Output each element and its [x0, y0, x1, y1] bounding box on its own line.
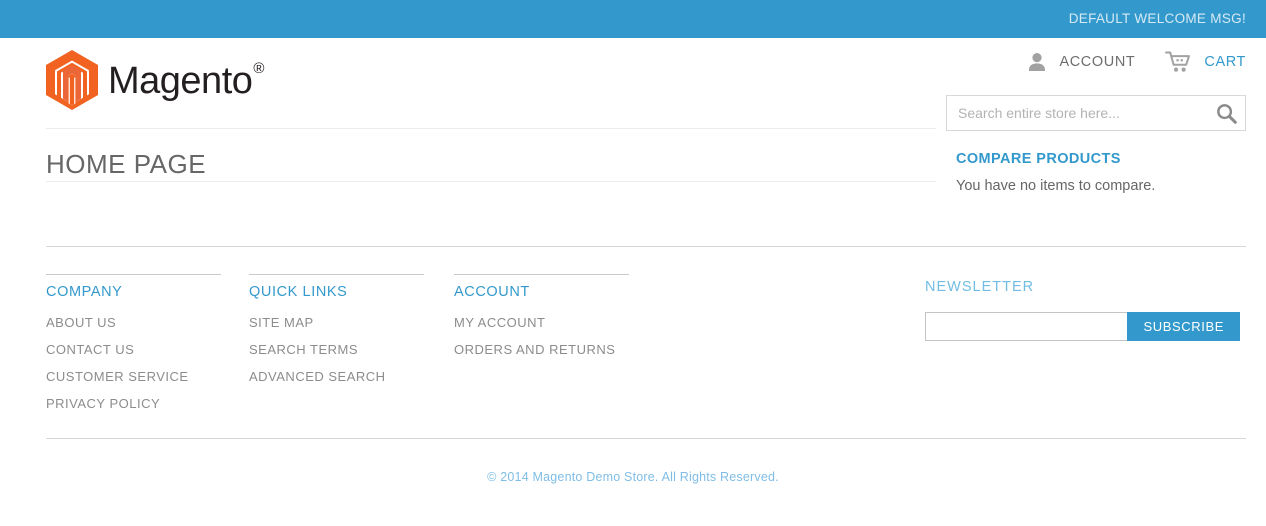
footer-heading-quick-links: QUICK LINKS: [249, 284, 348, 300]
welcome-bar: DEFAULT WELCOME MSG!: [0, 0, 1266, 38]
account-link[interactable]: ACCOUNT: [1026, 51, 1135, 73]
list-item: ADVANCED SEARCH: [249, 368, 424, 386]
footer-top-divider: [46, 246, 1246, 247]
site-logo[interactable]: Magento®: [46, 50, 264, 110]
subscribe-button[interactable]: SUBSCRIBE: [1127, 312, 1240, 341]
footer-links-account: MY ACCOUNT ORDERS AND RETURNS: [454, 300, 629, 359]
storefront-page: DEFAULT WELCOME MSG! Magento® ACCOUNT CA…: [0, 0, 1266, 526]
footer-column-company: COMPANY ABOUT US CONTACT US CUSTOMER SER…: [46, 274, 221, 422]
list-item: MY ACCOUNT: [454, 314, 629, 332]
logo-text: Magento: [108, 59, 253, 102]
footer-heading-account: ACCOUNT: [454, 284, 530, 300]
search-icon: [1216, 103, 1237, 124]
footer-link-about-us[interactable]: ABOUT US: [46, 315, 116, 330]
list-item: CONTACT US: [46, 341, 221, 359]
copyright-text: © 2014 Magento Demo Store. All Rights Re…: [487, 470, 779, 484]
footer-links-quick-links: SITE MAP SEARCH TERMS ADVANCED SEARCH: [249, 300, 424, 386]
shopping-cart-icon: [1165, 51, 1191, 72]
newsletter-email-input[interactable]: [925, 312, 1128, 341]
search-input[interactable]: [947, 96, 1207, 130]
logo-wordmark: Magento®: [108, 59, 264, 103]
footer-link-my-account[interactable]: MY ACCOUNT: [454, 315, 545, 330]
footer-heading-company: COMPANY: [46, 284, 123, 300]
list-item: SITE MAP: [249, 314, 424, 332]
search-button[interactable]: [1207, 96, 1245, 130]
footer-links-company: ABOUT US CONTACT US CUSTOMER SERVICE PRI…: [46, 300, 221, 413]
newsletter-signup: NEWSLETTER SUBSCRIBE: [925, 274, 1240, 341]
footer-link-contact-us[interactable]: CONTACT US: [46, 342, 134, 357]
list-item: ORDERS AND RETURNS: [454, 341, 629, 359]
user-icon: [1029, 53, 1046, 71]
compare-products-heading: COMPARE PRODUCTS: [956, 151, 1121, 167]
footer-column-account: ACCOUNT MY ACCOUNT ORDERS AND RETURNS: [454, 274, 629, 368]
page-title-divider: [46, 181, 936, 182]
list-item: ABOUT US: [46, 314, 221, 332]
account-link-label: ACCOUNT: [1059, 54, 1136, 70]
list-item: PRIVACY POLICY: [46, 395, 221, 413]
cart-link-label: CART: [1204, 54, 1246, 70]
cart-link[interactable]: CART: [1165, 50, 1246, 74]
welcome-message: DEFAULT WELCOME MSG!: [1068, 11, 1246, 26]
newsletter-heading: NEWSLETTER: [925, 279, 1035, 295]
compare-products-empty-message: You have no items to compare.: [956, 178, 1156, 194]
footer-link-customer-service[interactable]: CUSTOMER SERVICE: [46, 369, 189, 384]
footer-link-search-terms[interactable]: SEARCH TERMS: [249, 342, 358, 357]
footer-link-advanced-search[interactable]: ADVANCED SEARCH: [249, 369, 386, 384]
footer-link-site-map[interactable]: SITE MAP: [249, 315, 314, 330]
header-links: ACCOUNT CART: [1026, 50, 1246, 74]
list-item: CUSTOMER SERVICE: [46, 368, 221, 386]
footer-bottom-divider: [46, 438, 1246, 439]
magento-hexagon-logo: [46, 50, 98, 110]
footer-link-privacy-policy[interactable]: PRIVACY POLICY: [46, 396, 160, 411]
footer-column-quick-links: QUICK LINKS SITE MAP SEARCH TERMS ADVANC…: [249, 274, 424, 395]
list-item: SEARCH TERMS: [249, 341, 424, 359]
footer-link-orders-and-returns[interactable]: ORDERS AND RETURNS: [454, 342, 615, 357]
search-box[interactable]: [946, 95, 1246, 131]
registered-mark: ®: [253, 59, 264, 77]
page-title: HOME PAGE: [46, 149, 207, 179]
header-divider: [46, 128, 936, 129]
newsletter-form: SUBSCRIBE: [925, 312, 1240, 341]
